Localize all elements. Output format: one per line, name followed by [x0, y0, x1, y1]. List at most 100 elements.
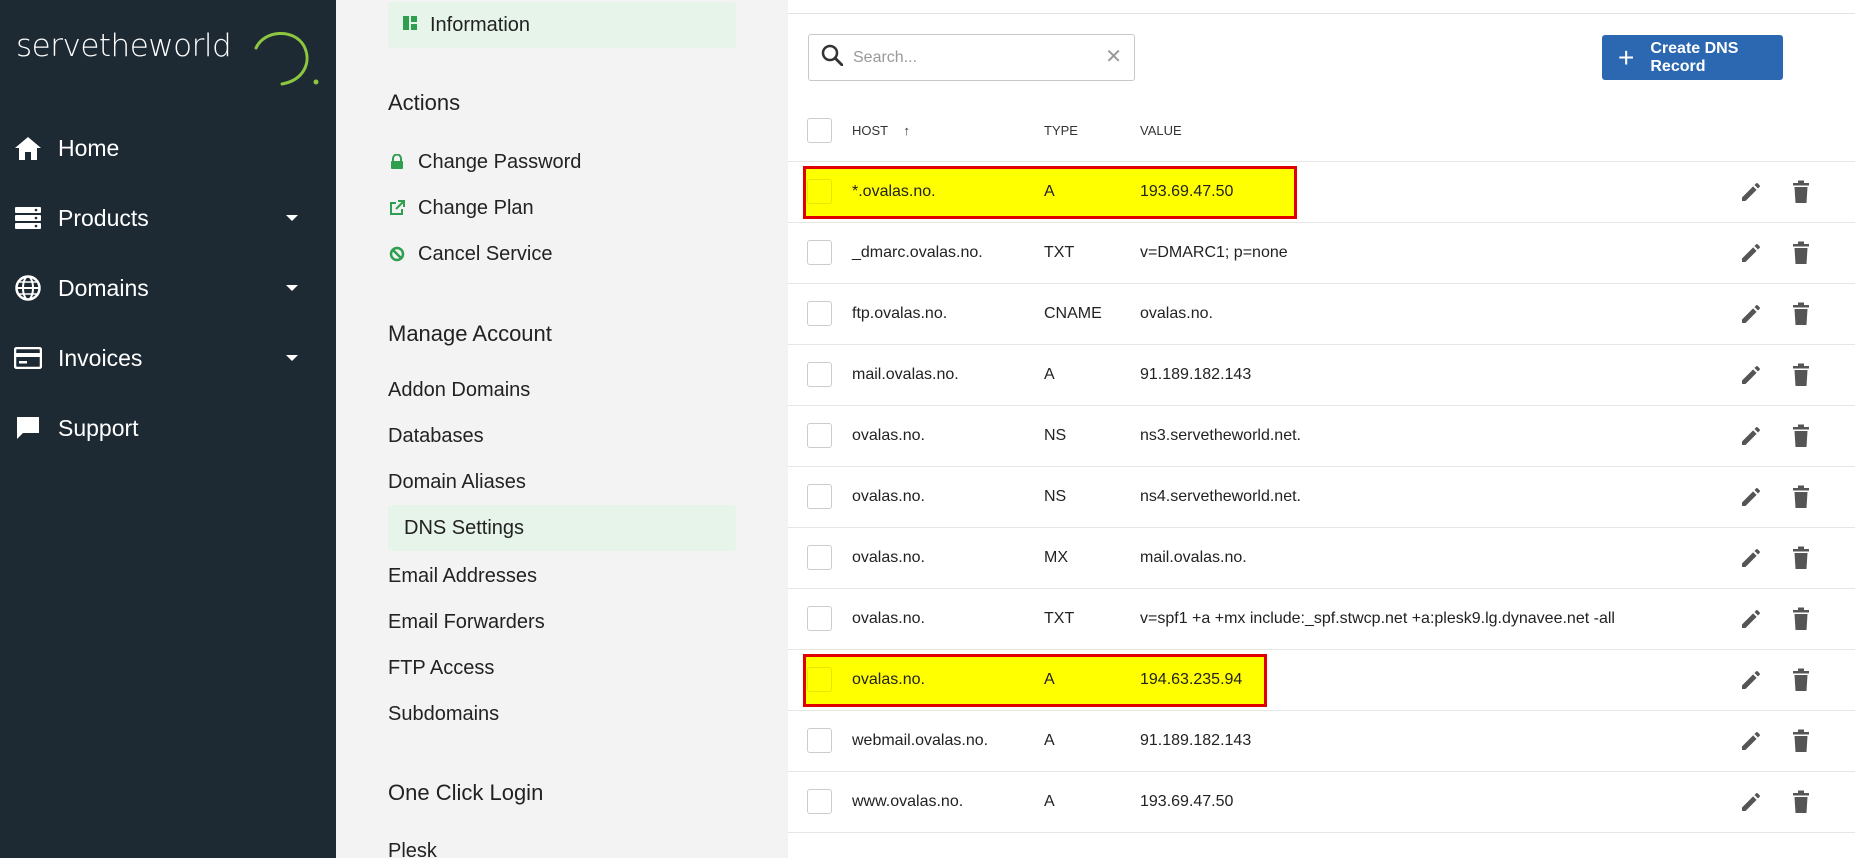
row-checkbox[interactable]: [807, 606, 832, 631]
manage-item-ftp-access[interactable]: FTP Access: [388, 651, 494, 685]
action-change-password[interactable]: Change Password: [388, 145, 581, 179]
menu-label: Information: [430, 13, 531, 36]
row-checkbox[interactable]: [807, 362, 832, 387]
manage-item-email-addresses[interactable]: Email Addresses: [388, 559, 537, 593]
nav-item-domains[interactable]: Domains: [0, 253, 336, 323]
cell-value: ns4.servetheworld.net.: [1140, 488, 1301, 505]
edit-pencil-icon[interactable]: [1738, 301, 1764, 327]
main-nav: Home Products Domains Invoices Support: [0, 113, 336, 463]
cell-value: 194.63.235.94: [1140, 671, 1243, 688]
cell-host: ftp.ovalas.no.: [852, 305, 948, 322]
row-checkbox[interactable]: [807, 179, 832, 204]
edit-pencil-icon[interactable]: [1738, 545, 1764, 571]
header-label: HOST: [852, 123, 888, 138]
edit-pencil-icon[interactable]: [1738, 667, 1764, 693]
nav-item-invoices[interactable]: Invoices: [0, 323, 336, 393]
column-header-type[interactable]: TYPE: [1044, 123, 1078, 138]
search-box[interactable]: ✕: [808, 34, 1135, 81]
row-checkbox[interactable]: [807, 240, 832, 265]
table-row: ovalas.no. A 194.63.235.94: [788, 650, 1855, 711]
delete-trash-icon[interactable]: [1788, 545, 1814, 571]
cell-value: 91.189.182.143: [1140, 732, 1252, 749]
chat-icon: [14, 414, 42, 442]
edit-pencil-icon[interactable]: [1738, 606, 1764, 632]
row-checkbox[interactable]: [807, 728, 832, 753]
cell-value: 193.69.47.50: [1140, 183, 1234, 200]
manage-item-dns-settings[interactable]: DNS Settings: [388, 505, 736, 551]
cell-value: 193.69.47.50: [1140, 793, 1234, 810]
cell-type: NS: [1044, 427, 1067, 444]
nav-label: Domains: [58, 274, 149, 301]
one-click-login-title: One Click Login: [388, 780, 544, 805]
pagination: [788, 845, 1855, 858]
row-checkbox[interactable]: [807, 423, 832, 448]
cell-type: TXT: [1044, 610, 1075, 627]
cell-value: v=DMARC1; p=none: [1140, 244, 1288, 261]
cell-value: ovalas.no.: [1140, 305, 1213, 322]
logo-text: servetheworld: [16, 28, 232, 64]
cell-value: v=spf1 +a +mx include:_spf.stwcp.net +a:…: [1140, 610, 1615, 627]
cell-host: ovalas.no.: [852, 549, 925, 566]
delete-trash-icon[interactable]: [1788, 789, 1814, 815]
chevron-down-icon: [286, 355, 298, 361]
edit-pencil-icon[interactable]: [1738, 789, 1764, 815]
manage-item-addon-domains[interactable]: Addon Domains: [388, 373, 530, 407]
search-input[interactable]: [853, 48, 1083, 67]
delete-trash-icon[interactable]: [1788, 362, 1814, 388]
row-checkbox[interactable]: [807, 789, 832, 814]
cell-host: *.ovalas.no.: [852, 183, 936, 200]
column-header-value[interactable]: VALUE: [1140, 123, 1182, 138]
cell-type: A: [1044, 366, 1055, 383]
edit-pencil-icon[interactable]: [1738, 728, 1764, 754]
delete-trash-icon[interactable]: [1788, 667, 1814, 693]
action-change-plan[interactable]: Change Plan: [388, 191, 534, 225]
delete-trash-icon[interactable]: [1788, 240, 1814, 266]
logo[interactable]: servetheworld: [14, 26, 319, 86]
home-icon: [14, 134, 42, 162]
row-checkbox[interactable]: [807, 484, 832, 509]
nav-item-support[interactable]: Support: [0, 393, 336, 463]
select-all-checkbox[interactable]: [807, 118, 832, 143]
menu-item-information[interactable]: Information: [388, 2, 736, 48]
manage-item-databases[interactable]: Databases: [388, 419, 484, 453]
manage-item-subdomains[interactable]: Subdomains: [388, 697, 499, 731]
one-click-plesk[interactable]: Plesk: [388, 834, 437, 858]
cell-type: TXT: [1044, 244, 1075, 261]
cell-value: ns3.servetheworld.net.: [1140, 427, 1301, 444]
cell-type: MX: [1044, 549, 1068, 566]
delete-trash-icon[interactable]: [1788, 606, 1814, 632]
clear-icon[interactable]: ✕: [1105, 47, 1122, 67]
action-cancel-service[interactable]: Cancel Service: [388, 237, 553, 271]
row-checkbox[interactable]: [807, 667, 832, 692]
table-row: ftp.ovalas.no. CNAME ovalas.no.: [788, 284, 1855, 345]
edit-pencil-icon[interactable]: [1738, 240, 1764, 266]
create-dns-record-button[interactable]: + Create DNS Record: [1602, 35, 1783, 80]
table-row: ovalas.no. NS ns3.servetheworld.net.: [788, 406, 1855, 467]
edit-pencil-icon[interactable]: [1738, 179, 1764, 205]
divider: [788, 13, 1855, 14]
row-checkbox[interactable]: [807, 301, 832, 326]
cell-host: ovalas.no.: [852, 671, 925, 688]
delete-trash-icon[interactable]: [1788, 301, 1814, 327]
logo-swoosh-icon: [254, 32, 319, 86]
chevron-down-icon: [286, 285, 298, 291]
server-icon: [14, 204, 42, 232]
edit-pencil-icon[interactable]: [1738, 423, 1764, 449]
edit-pencil-icon[interactable]: [1738, 484, 1764, 510]
delete-trash-icon[interactable]: [1788, 484, 1814, 510]
ban-icon: [388, 245, 406, 263]
row-checkbox[interactable]: [807, 545, 832, 570]
cell-type: NS: [1044, 488, 1067, 505]
delete-trash-icon[interactable]: [1788, 179, 1814, 205]
delete-trash-icon[interactable]: [1788, 423, 1814, 449]
manage-item-email-forwarders[interactable]: Email Forwarders: [388, 605, 545, 639]
column-header-host[interactable]: HOST ↑: [852, 123, 910, 138]
nav-item-home[interactable]: Home: [0, 113, 336, 183]
manage-item-domain-aliases[interactable]: Domain Aliases: [388, 465, 526, 499]
table-body: *.ovalas.no. A 193.69.47.50 _dmarc.ovalas.n…: [788, 162, 1855, 833]
table-row: ovalas.no. MX mail.ovalas.no.: [788, 528, 1855, 589]
table-row: www.ovalas.no. A 193.69.47.50: [788, 772, 1855, 833]
edit-pencil-icon[interactable]: [1738, 362, 1764, 388]
nav-item-products[interactable]: Products: [0, 183, 336, 253]
delete-trash-icon[interactable]: [1788, 728, 1814, 754]
